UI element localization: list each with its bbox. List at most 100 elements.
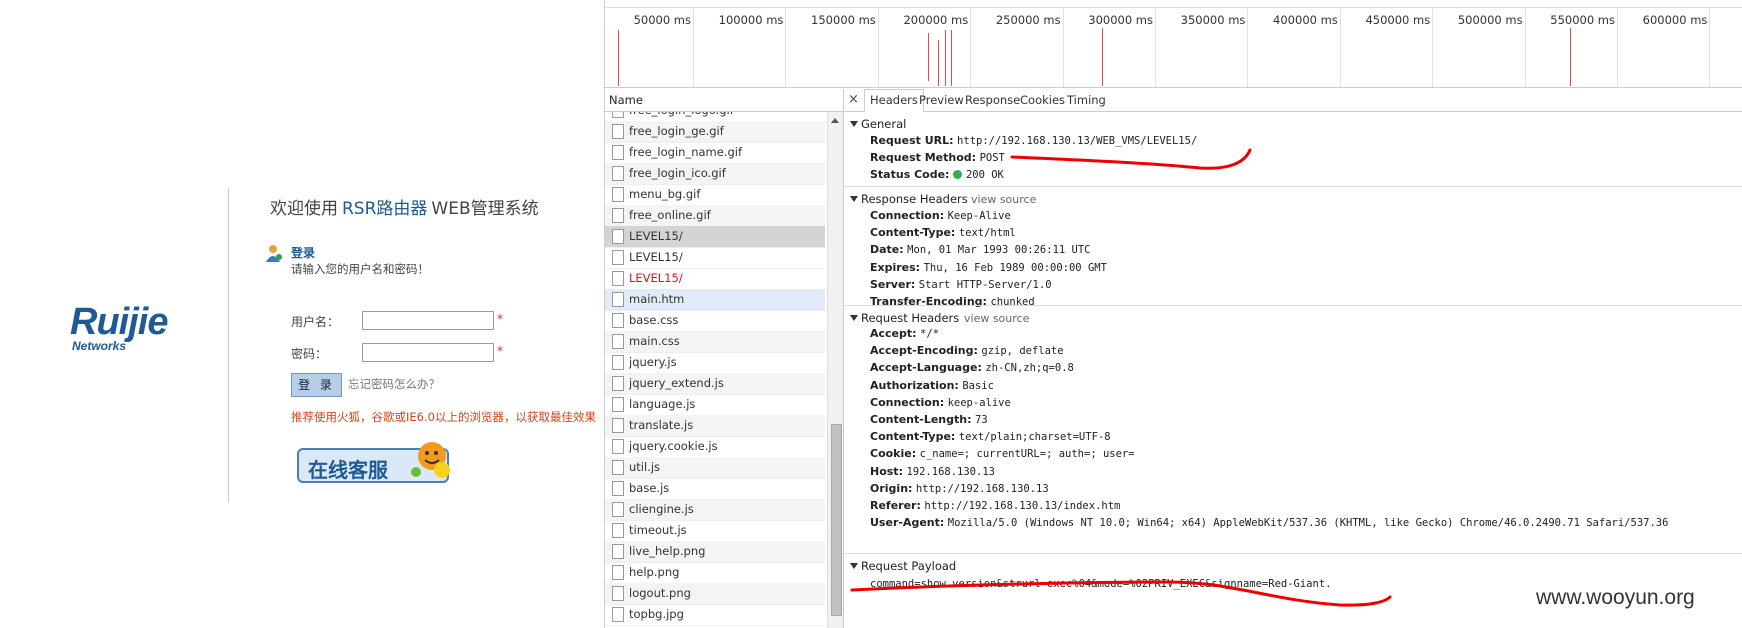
request-row[interactable]: free_login_ge.gif [605, 121, 825, 143]
header-row: Connection: keep-alive [870, 396, 1011, 409]
online-service-button[interactable]: 在线客服 [296, 440, 458, 486]
request-row[interactable]: util.js [605, 457, 825, 479]
image-file-icon [612, 124, 624, 139]
header-row: Connection: Keep-Alive [870, 209, 1011, 222]
tab-response[interactable]: Response [965, 93, 1020, 107]
name-column-header[interactable]: Name [605, 89, 843, 112]
request-row[interactable]: cliengine.js [605, 499, 825, 521]
request-row[interactable]: free_login_ico.gif [605, 163, 825, 185]
timeline-tick-label: 250000 ms [995, 13, 1061, 27]
forgot-password-link[interactable]: 忘记密码怎么办？ [348, 376, 440, 392]
header-row: Content-Length: 73 [870, 413, 988, 426]
tab-cookies[interactable]: Cookies [1020, 93, 1065, 107]
request-row[interactable]: LEVEL15/ [605, 268, 825, 290]
document-file-icon [612, 271, 624, 286]
header-value: 192.168.130.13 [906, 465, 995, 478]
request-row[interactable]: base.css [605, 310, 825, 332]
header-value: Mon, 01 Mar 1993 00:26:11 UTC [907, 244, 1091, 257]
status-ok-icon [952, 170, 962, 179]
request-row[interactable]: topbg.jpg [605, 604, 825, 626]
username-label: 用户名： [291, 315, 340, 329]
request-row[interactable]: translate.js [605, 415, 825, 437]
password-input[interactable] [362, 343, 494, 362]
tab-preview[interactable]: Preview [919, 93, 964, 107]
image-file-icon [612, 166, 624, 181]
request-name: topbg.jpg [629, 607, 684, 621]
username-required-mark: * [497, 312, 503, 326]
response-headers-section-toggle[interactable]: Response Headers [850, 192, 968, 206]
request-name: free_login_ico.gif [629, 166, 726, 180]
request-row[interactable]: free_online.gif [605, 205, 825, 227]
network-timeline-overview[interactable]: 50000 ms 100000 ms 150000 ms 200000 ms 25000… [605, 0, 1742, 88]
header-key: Content-Type: [870, 226, 956, 240]
header-key: Request URL: [870, 134, 954, 147]
request-row[interactable]: LEVEL15/ [605, 226, 825, 248]
close-icon[interactable]: × [848, 92, 859, 107]
general-section-toggle[interactable]: General [850, 117, 906, 131]
header-value: Basic [962, 379, 994, 392]
request-url-value: http://192.168.130.13/WEB_VMS/LEVEL15/ [957, 135, 1198, 147]
header-row: Host: 192.168.130.13 [870, 465, 995, 478]
request-name: jquery_extend.js [629, 376, 724, 390]
request-payload-value: command=show version&strurl=exec%04&mode… [870, 578, 1332, 590]
request-list: free_login_logo.gif free_login_ge.giffree… [605, 112, 825, 628]
header-row: Accept-Language: zh-CN,zh;q=0.8 [870, 361, 1074, 374]
timeline-tick-label: 300000 ms [1088, 13, 1153, 27]
general-row: Request Method: POST [870, 151, 1005, 164]
request-row[interactable]: free_login_name.gif [605, 142, 825, 164]
request-payload-title: Request Payload [861, 559, 957, 573]
request-name: free_login_logo.gif [629, 112, 734, 117]
payload-row: command=show version&strurl=exec%04&mode… [870, 577, 1331, 590]
header-key: Accept-Encoding: [870, 344, 978, 358]
header-key: Connection: [870, 209, 945, 222]
request-list-scrollbar[interactable] [827, 112, 844, 628]
welcome-product: RSR路由器 [342, 199, 428, 219]
image-file-icon [612, 544, 624, 559]
request-row[interactable]: timeout.js [605, 520, 825, 542]
general-row: Status Code: 200 OK [870, 168, 1004, 181]
request-row[interactable]: menu_bg.gif [605, 184, 825, 206]
svg-text:Networks: Networks [72, 339, 126, 353]
section-divider [844, 553, 1742, 554]
timeline-tick-label: 500000 ms [1457, 13, 1523, 27]
user-login-icon [266, 245, 282, 262]
request-headers-section-toggle[interactable]: Request Headers [850, 311, 959, 325]
name-column-label: Name [609, 93, 643, 107]
router-login-page: Ruijie Networks 欢迎使用 RSR路由器 WEB管理系统 登录 请输入… [0, 0, 600, 628]
tab-timing[interactable]: Timing [1067, 93, 1106, 107]
response-view-source-link[interactable]: view source [971, 193, 1036, 206]
request-row[interactable]: jquery.js [605, 352, 825, 374]
request-row[interactable]: logout.png [605, 583, 825, 605]
image-file-icon [612, 607, 624, 622]
online-service-label: 在线客服 [308, 458, 388, 482]
header-key: User-Agent: [870, 516, 945, 530]
request-row[interactable]: live_help.png [605, 541, 825, 563]
username-input[interactable] [362, 311, 494, 330]
welcome-suffix: WEB管理系统 [431, 199, 539, 219]
request-row[interactable]: main.css [605, 331, 825, 353]
header-row: Expires: Thu, 16 Feb 1989 00:00:00 GMT [870, 261, 1107, 274]
request-row[interactable]: LEVEL15/ [605, 247, 825, 269]
request-row[interactable]: main.htm [605, 289, 825, 311]
timeline-tick-label: 350000 ms [1180, 13, 1246, 27]
request-row[interactable]: base.js [605, 478, 825, 500]
request-row[interactable]: jquery.cookie.js [605, 436, 825, 458]
scroll-up-arrow-icon[interactable] [831, 118, 839, 123]
login-button[interactable]: 登 录 [291, 373, 342, 397]
request-view-source-link[interactable]: view source [964, 312, 1029, 325]
header-key: Date: [870, 243, 904, 257]
request-payload-section-toggle[interactable]: Request Payload [850, 559, 956, 573]
request-row[interactable]: language.js [605, 394, 825, 416]
request-row[interactable]: jquery_extend.js [605, 373, 825, 395]
scroll-thumb[interactable] [831, 424, 842, 616]
header-value: */* [920, 328, 940, 340]
request-row[interactable]: help.png [605, 562, 825, 584]
document-file-icon [612, 229, 624, 244]
tab-headers[interactable]: Headers [864, 89, 924, 112]
request-name: main.htm [629, 292, 685, 306]
request-name: base.css [629, 313, 679, 327]
section-divider [844, 305, 1742, 306]
general-row: Request URL: http://192.168.130.13/WEB_V… [870, 134, 1197, 147]
header-value: Thu, 16 Feb 1989 00:00:00 GMT [923, 261, 1107, 274]
svg-text:Ruijie: Ruijie [70, 301, 168, 343]
